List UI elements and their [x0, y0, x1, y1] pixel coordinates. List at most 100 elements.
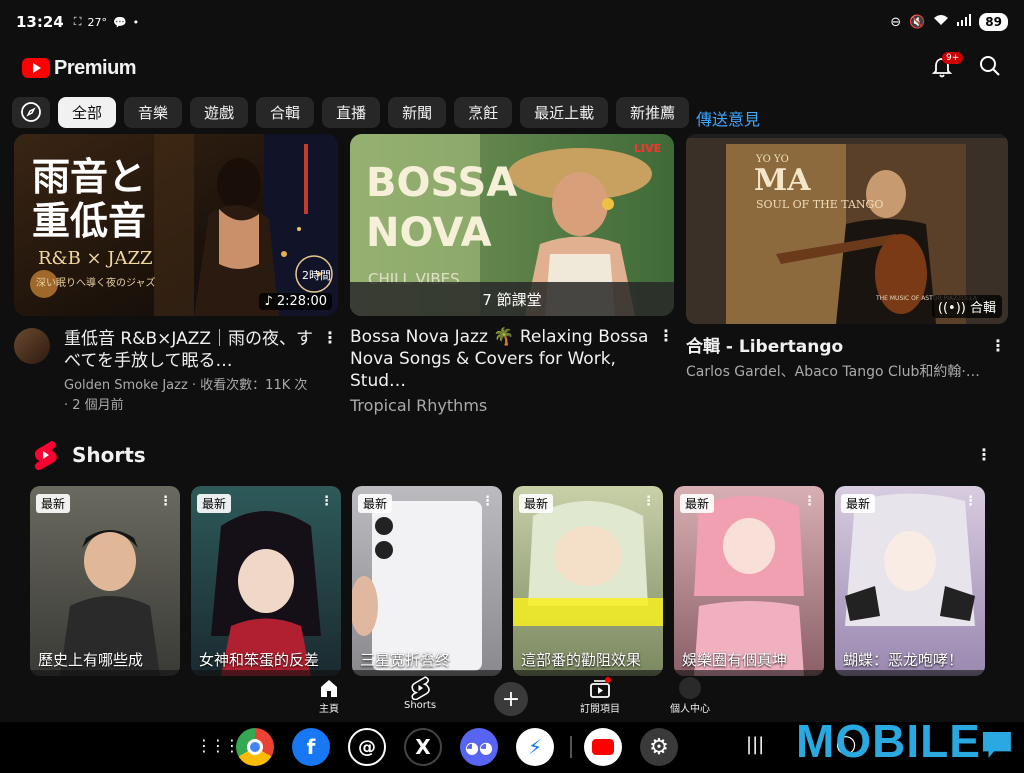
- short-card[interactable]: 最新 ⋮ 三星宽折叠终: [352, 486, 502, 676]
- video-meta: Tropical Rhythms: [350, 396, 488, 415]
- short-title: 三星宽折叠终: [360, 651, 451, 669]
- watermark-text: MOBILE: [796, 715, 981, 767]
- new-label: 最新: [358, 494, 393, 513]
- compass-icon: [21, 102, 41, 122]
- new-label: 最新: [197, 494, 232, 513]
- facebook-icon[interactable]: f: [292, 728, 330, 766]
- shorts-shelf-header: Shorts ⋮: [32, 440, 992, 470]
- video-title[interactable]: 重低音 R&B×JAZZ｜雨の夜、すべてを手放して眠る…: [64, 328, 314, 372]
- new-label: 最新: [36, 494, 71, 513]
- chip-mixes[interactable]: 合輯: [256, 96, 315, 128]
- dnd-icon: ⊖: [890, 14, 902, 30]
- short-title: 女神和笨蛋的反差: [199, 651, 320, 669]
- video-thumbnail[interactable]: BOSSA NOVA CHILL VIBES LIVE 7 節課堂: [350, 134, 674, 316]
- video-title[interactable]: Bossa Nova Jazz 🌴 Relaxing Bossa Nova So…: [350, 326, 650, 392]
- settings-icon[interactable]: ⚙: [640, 728, 678, 766]
- more-options-button[interactable]: ⋮: [990, 336, 1006, 382]
- messenger-icon[interactable]: ⚡: [516, 728, 554, 766]
- category-chips: 全部 音樂 遊戲 合輯 直播 新聞 烹飪 最近上載 新推薦: [12, 96, 690, 128]
- video-card[interactable]: 雨音と 重低音 R&B × JAZZ 深い眠りへ導く夜のジャズ 2時間 ♪ 2:…: [14, 134, 338, 416]
- chip-news[interactable]: 新聞: [388, 96, 447, 128]
- profile-avatar: [679, 677, 701, 699]
- nav-home[interactable]: 主頁: [318, 676, 340, 715]
- short-title: 蝴蝶：恶龙咆哮！: [843, 651, 964, 669]
- explore-button[interactable]: [12, 96, 50, 128]
- temperature: 27°: [87, 15, 107, 29]
- battery-indicator: 89: [979, 13, 1008, 31]
- more-options-button[interactable]: ⋮: [658, 326, 674, 416]
- chat-icon: 💬: [112, 15, 127, 29]
- shorts-shelf: 最新 ⋮ 歷史上有哪些成 最新 ⋮ 女神和笨蛋的反差 最新 ⋮ 三星宽折叠终 最…: [30, 486, 985, 676]
- short-card[interactable]: 最新 ⋮ 這部番的勸阻效果: [513, 486, 663, 676]
- dock-separator: [570, 736, 572, 758]
- short-more-button[interactable]: ⋮: [803, 494, 816, 509]
- short-title: 歷史上有哪些成: [38, 651, 144, 669]
- mix-title[interactable]: 合輯 - Libertango: [686, 336, 982, 358]
- chrome-icon[interactable]: [236, 728, 274, 766]
- short-more-button[interactable]: ⋮: [320, 494, 333, 509]
- thumb-title-1: BOSSA: [366, 160, 517, 206]
- mix-card[interactable]: YO YO MA SOUL OF THE TANGO THE MUSIC OF …: [686, 134, 1008, 382]
- chip-live[interactable]: 直播: [322, 96, 381, 128]
- chip-cooking[interactable]: 烹飪: [454, 96, 513, 128]
- mute-icon: 🔇: [909, 14, 926, 30]
- app-drawer-icon[interactable]: ⋮⋮⋮: [196, 736, 240, 755]
- nav-subscriptions[interactable]: 訂閱項目: [580, 676, 620, 715]
- logo-text: Premium: [54, 56, 137, 79]
- youtube-premium-logo[interactable]: Premium: [22, 56, 137, 80]
- nav-you[interactable]: 個人中心: [670, 676, 710, 715]
- thumb-length-badge: 2時間: [302, 269, 331, 282]
- nav-subscriptions-label: 訂閱項目: [580, 704, 620, 715]
- thumb-title-2: 重低音: [32, 198, 146, 243]
- notifications-button[interactable]: 9+: [930, 52, 964, 80]
- more-options-button[interactable]: ⋮: [322, 328, 338, 416]
- shorts-icon: [34, 441, 57, 470]
- chip-recently-uploaded[interactable]: 最近上載: [520, 96, 609, 128]
- screenshot-icon: ⛶: [73, 15, 82, 28]
- short-card[interactable]: 最新 ⋮ 娛樂圈有個真坤: [674, 486, 824, 676]
- app-header: Premium 9+: [0, 46, 1024, 90]
- short-more-button[interactable]: ⋮: [481, 494, 494, 509]
- thumb-caption: 深い眠りへ導く夜のジャズ: [36, 276, 156, 289]
- short-card[interactable]: 最新 ⋮ 女神和笨蛋的反差: [191, 486, 341, 676]
- nav-shorts-label: Shorts: [404, 700, 437, 711]
- x-icon[interactable]: X: [404, 728, 442, 766]
- shorts-more-button[interactable]: ⋮: [976, 445, 992, 465]
- thumb-title-2: NOVA: [366, 210, 492, 256]
- shorts-heading: Shorts: [72, 443, 146, 467]
- nav-home-label: 主頁: [319, 704, 339, 715]
- nav-shorts[interactable]: Shorts: [404, 676, 436, 711]
- create-button[interactable]: +: [494, 682, 528, 716]
- video-duration: ♪ 2:28:00: [259, 293, 332, 310]
- chip-music[interactable]: 音樂: [124, 96, 183, 128]
- recent-apps-button[interactable]: |||: [746, 734, 764, 755]
- chip-new-to-you[interactable]: 新推薦: [616, 96, 690, 128]
- video-thumbnail[interactable]: 雨音と 重低音 R&B × JAZZ 深い眠りへ導く夜のジャズ 2時間 ♪ 2:…: [14, 134, 338, 316]
- short-more-button[interactable]: ⋮: [642, 494, 655, 509]
- threads-icon[interactable]: @: [348, 728, 386, 766]
- chip-all[interactable]: 全部: [58, 96, 117, 128]
- search-button[interactable]: [978, 54, 1002, 82]
- short-more-button[interactable]: ⋮: [159, 494, 172, 509]
- home-icon: [321, 680, 337, 697]
- status-bar: 13:24 ⛶ 27° 💬 • ⊖ 🔇 89: [0, 0, 1024, 44]
- channel-avatar[interactable]: [14, 328, 50, 364]
- mix-artists: Carlos Gardel、Abaco Tango Club和約翰·…: [686, 364, 980, 380]
- chip-gaming[interactable]: 遊戲: [190, 96, 249, 128]
- short-card[interactable]: 最新 ⋮ 歷史上有哪些成: [30, 486, 180, 676]
- short-card[interactable]: 最新 ⋮ 蝴蝶：恶龙咆哮！: [835, 486, 985, 676]
- watermark-logo: MOBILE: [796, 714, 1011, 768]
- thumb-subtitle: R&B × JAZZ: [38, 248, 153, 269]
- mix-badge-label: 合輯: [969, 301, 996, 316]
- discord-icon[interactable]: ◕◕: [460, 728, 498, 766]
- chat-bubble-icon: [982, 731, 1011, 758]
- nav-you-label: 個人中心: [670, 704, 710, 715]
- youtube-app-icon[interactable]: [584, 728, 622, 766]
- video-card[interactable]: BOSSA NOVA CHILL VIBES LIVE 7 節課堂 Bossa …: [350, 134, 674, 416]
- send-feedback-link[interactable]: 傳送意見: [696, 106, 760, 130]
- short-more-button[interactable]: ⋮: [964, 494, 977, 509]
- short-title: 娛樂圈有個真坤: [682, 651, 788, 669]
- mix-thumbnail[interactable]: YO YO MA SOUL OF THE TANGO THE MUSIC OF …: [686, 134, 1008, 324]
- course-lessons-bar: 7 節課堂: [350, 282, 674, 316]
- clock: 13:24: [16, 13, 64, 31]
